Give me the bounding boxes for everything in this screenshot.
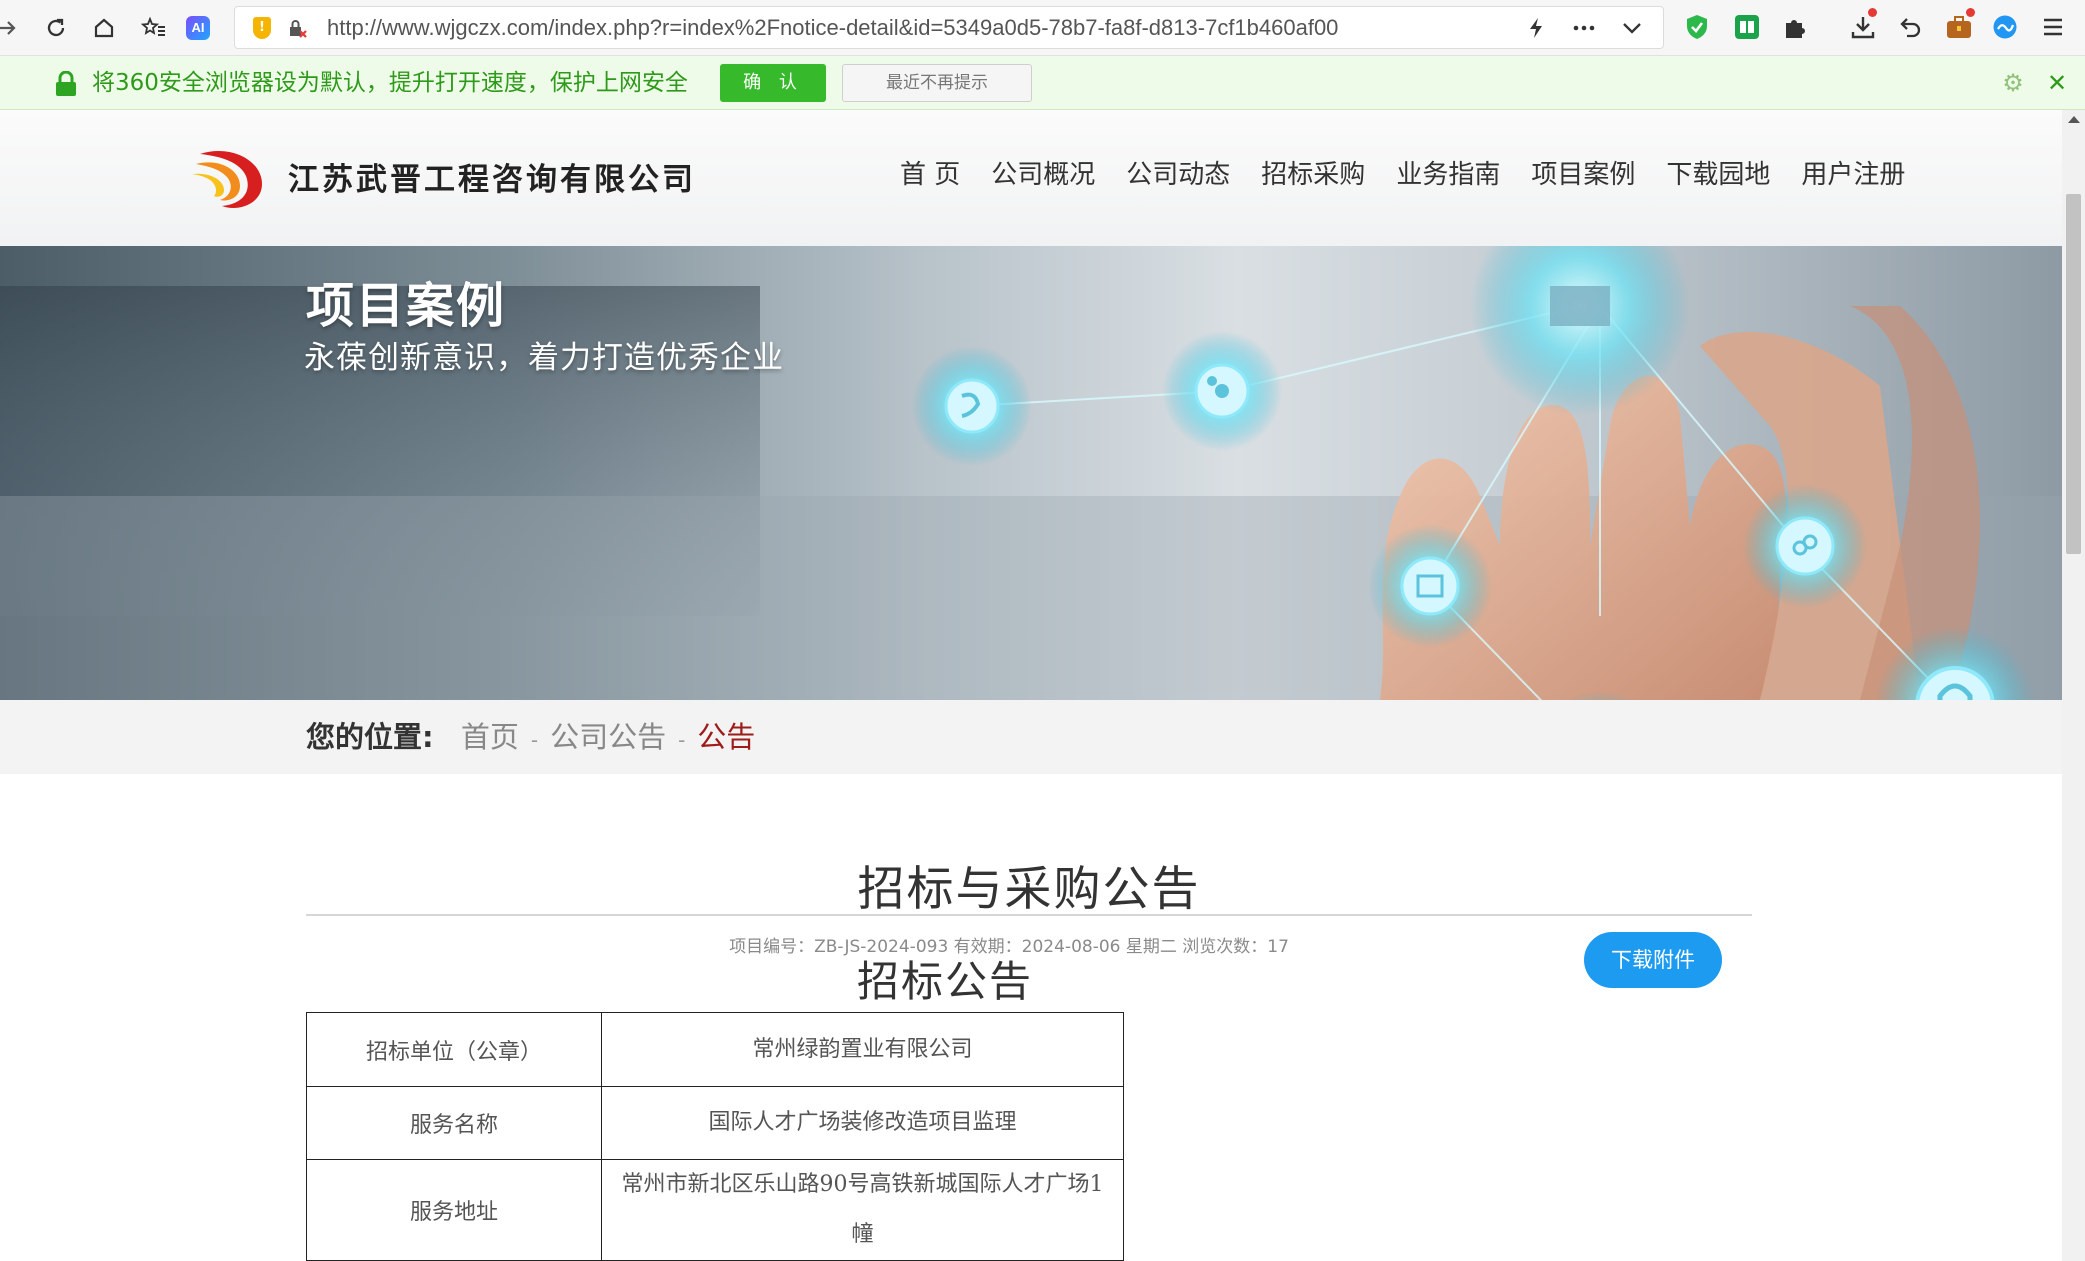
nav-business-guide[interactable]: 业务指南 [1396, 150, 1500, 200]
table-row: 招标单位（公章） 常州绿韵置业有限公司 [306, 1012, 1124, 1087]
download-icon[interactable] [1848, 8, 1878, 42]
bid-info-table: 招标单位（公章） 常州绿韵置业有限公司 服务名称 国际人才广场装修改造项目监理 … [306, 1012, 1124, 1261]
nav-home[interactable]: 首 页 [900, 150, 960, 200]
menu-icon[interactable] [2038, 12, 2068, 42]
gear-icon[interactable]: ⚙ [2000, 70, 2026, 96]
table-key: 服务名称 [306, 1086, 602, 1160]
nav-bidding-procurement[interactable]: 招标采购 [1261, 150, 1365, 200]
breadcrumb-current: 公告 [697, 720, 756, 754]
url-text[interactable]: http://www.wjgczx.com/index.php?r=index%… [327, 7, 1338, 48]
nav-company-news[interactable]: 公司动态 [1126, 150, 1230, 200]
breadcrumb-home[interactable]: 首页 [461, 720, 519, 754]
download-attachment-button[interactable]: 下载附件 [1584, 932, 1722, 988]
default-browser-notice: 将360安全浏览器设为默认，提升打开速度，保护上网安全 确 认 最近不再提示 ⚙… [0, 56, 2085, 110]
forward-icon[interactable] [0, 14, 22, 42]
reload-icon[interactable] [42, 14, 70, 42]
article-title: 招标与采购公告 [857, 862, 1201, 917]
hero-banner: 项目案例 永葆创新意识，着力打造优秀企业 [0, 246, 2062, 700]
table-key: 服务地址 [306, 1159, 602, 1261]
nav-downloads[interactable]: 下载园地 [1666, 150, 1770, 200]
breadcrumb-bar: 您的位置: 首页 - 公司公告 - 公告 [0, 700, 2062, 774]
company-name[interactable]: 江苏武晋工程咨询有限公司 [288, 154, 696, 199]
site-header: 江苏武晋工程咨询有限公司 首 页 公司概况 公司动态 招标采购 业务指南 项目案… [0, 110, 2062, 247]
dont-remind-button[interactable]: 最近不再提示 [842, 64, 1032, 102]
nav-project-cases[interactable]: 项目案例 [1531, 150, 1635, 200]
company-logo[interactable] [190, 146, 268, 212]
translate-icon[interactable] [1990, 12, 2020, 42]
reader-icon[interactable] [1732, 12, 1762, 42]
address-bar[interactable]: ! http://www.wjgczx.com/index.php?r=inde… [234, 6, 1664, 49]
favorites-icon[interactable] [140, 14, 168, 42]
title-divider [306, 914, 1752, 916]
breadcrumb: 您的位置: 首页 - 公司公告 - 公告 [306, 700, 755, 774]
table-key: 招标单位（公章） [306, 1012, 602, 1087]
breadcrumb-company-notice[interactable]: 公司公告 [550, 720, 666, 754]
breadcrumb-separator: - [530, 728, 539, 752]
confirm-button[interactable]: 确 认 [720, 64, 826, 102]
page-viewport: 江苏武晋工程咨询有限公司 首 页 公司概况 公司动态 招标采购 业务指南 项目案… [0, 110, 2062, 1261]
banner-title: 项目案例 [306, 278, 507, 334]
chevron-down-icon[interactable] [1619, 15, 1645, 41]
ai-icon[interactable]: AI [184, 14, 212, 42]
table-value: 常州市新北区乐山路90号高铁新城国际人才广场1幢 [601, 1159, 1124, 1261]
table-row: 服务名称 国际人才广场装修改造项目监理 [306, 1086, 1124, 1160]
nav-company-overview[interactable]: 公司概况 [991, 150, 1095, 200]
breadcrumb-separator: - [678, 728, 686, 752]
table-row: 服务地址 常州市新北区乐山路90号高铁新城国际人才广场1幢 [306, 1159, 1124, 1261]
browser-toolbar: AI ! http://www.wjgczx.com/index.php?r=i… [0, 0, 2085, 56]
scroll-up-arrow-icon[interactable] [2068, 116, 2080, 123]
security-shield-icon[interactable] [1682, 12, 1712, 42]
document-heading: 招标公告 [856, 957, 1033, 1006]
page-scrollbar[interactable] [2062, 110, 2085, 1261]
nav-user-register[interactable]: 用户注册 [1801, 150, 1905, 200]
toolbox-icon[interactable] [1944, 8, 1975, 42]
table-value: 常州绿韵置业有限公司 [601, 1012, 1124, 1087]
extensions-icon[interactable] [1780, 12, 1810, 42]
more-icon[interactable] [1571, 15, 1597, 41]
lightning-icon[interactable] [1523, 15, 1549, 41]
shield-warning-icon[interactable]: ! [253, 17, 271, 39]
breadcrumb-label: 您的位置: [306, 720, 434, 754]
undo-icon[interactable] [1896, 12, 1926, 42]
close-icon[interactable]: ✕ [2044, 70, 2070, 96]
lock-icon [55, 70, 77, 97]
home-icon[interactable] [90, 14, 118, 42]
banner-subtitle: 永葆创新意识，着力打造优秀企业 [304, 340, 784, 376]
insecure-lock-icon[interactable] [287, 19, 307, 38]
scrollbar-thumb[interactable] [2066, 194, 2081, 554]
table-value: 国际人才广场装修改造项目监理 [601, 1086, 1124, 1160]
main-nav: 首 页 公司概况 公司动态 招标采购 业务指南 项目案例 下载园地 用户注册 [900, 150, 1936, 200]
notice-text: 将360安全浏览器设为默认，提升打开速度，保护上网安全 [92, 70, 688, 96]
